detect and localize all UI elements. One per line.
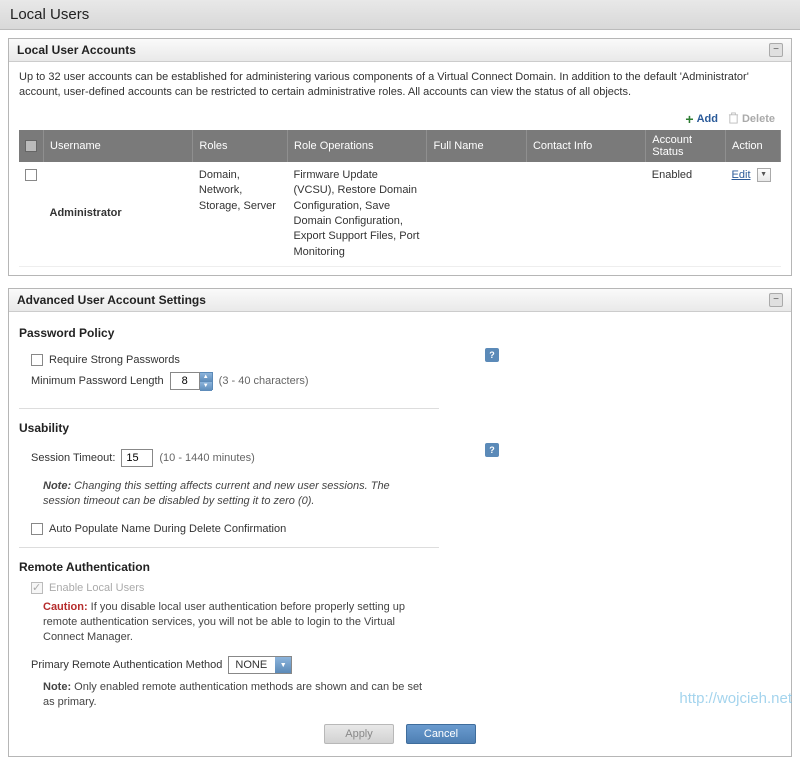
- password-policy-heading: Password Policy: [19, 326, 781, 340]
- note-text: Changing this setting affects current an…: [43, 480, 390, 507]
- primary-auth-select[interactable]: NONE ▼: [228, 656, 292, 674]
- accounts-toolbar: + Add Delete: [19, 109, 781, 130]
- timeout-label: Session Timeout:: [31, 452, 115, 464]
- panel-header-accounts: Local User Accounts −: [9, 39, 791, 62]
- min-length-hint: (3 - 40 characters): [219, 375, 309, 387]
- cancel-button[interactable]: Cancel: [406, 724, 476, 744]
- trash-icon: [728, 112, 739, 127]
- cell-status: Enabled: [646, 162, 726, 267]
- chevron-down-icon[interactable]: ▼: [275, 657, 291, 673]
- help-icon[interactable]: ?: [485, 348, 499, 362]
- note-label: Note:: [43, 681, 71, 693]
- require-strong-label: Require Strong Passwords: [49, 354, 180, 366]
- enable-local-users-checkbox: [31, 582, 43, 594]
- usability-heading: Usability: [19, 421, 781, 435]
- page-title: Local Users: [10, 6, 790, 23]
- add-label: Add: [697, 113, 718, 125]
- advanced-settings-panel: Advanced User Account Settings − Passwor…: [8, 288, 792, 757]
- primary-auth-label: Primary Remote Authentication Method: [31, 659, 222, 671]
- page-header: Local Users: [0, 0, 800, 30]
- caution-note: Caution: If you disable local user authe…: [43, 600, 423, 645]
- primary-auth-value: NONE: [229, 659, 275, 671]
- timeout-note: Note: Changing this setting affects curr…: [43, 479, 423, 509]
- button-row: Apply Cancel: [19, 716, 781, 748]
- col-roles[interactable]: Roles: [193, 130, 288, 162]
- require-strong-checkbox[interactable]: [31, 354, 43, 366]
- caution-label: Caution:: [43, 601, 88, 613]
- cell-full-name: [427, 162, 526, 267]
- edit-link[interactable]: Edit: [732, 169, 751, 181]
- col-status[interactable]: Account Status: [646, 130, 726, 162]
- min-length-label: Minimum Password Length: [31, 375, 164, 387]
- watermark: http://wojcieh.net: [679, 690, 792, 707]
- spinner-up-icon[interactable]: ▲: [200, 373, 212, 382]
- col-role-ops[interactable]: Role Operations: [288, 130, 427, 162]
- col-username[interactable]: Username: [44, 130, 193, 162]
- divider: [19, 408, 439, 409]
- spinner-down-icon[interactable]: ▼: [200, 382, 212, 391]
- add-button[interactable]: + Add: [685, 112, 718, 126]
- timeout-hint: (10 - 1440 minutes): [159, 452, 254, 464]
- col-contact[interactable]: Contact Info: [526, 130, 645, 162]
- accounts-description: Up to 32 user accounts can be establishe…: [19, 70, 781, 101]
- primary-note: Note: Only enabled remote authentication…: [43, 680, 423, 710]
- plus-icon: +: [685, 112, 693, 126]
- apply-button[interactable]: Apply: [324, 724, 394, 744]
- help-icon[interactable]: ?: [485, 443, 499, 457]
- caution-text: If you disable local user authentication…: [43, 601, 405, 643]
- col-checkbox: [19, 130, 44, 162]
- cell-username: Administrator: [50, 207, 122, 219]
- accounts-table: Username Roles Role Operations Full Name…: [19, 130, 781, 267]
- collapse-icon[interactable]: −: [769, 293, 783, 307]
- delete-button[interactable]: Delete: [728, 112, 775, 127]
- collapse-icon[interactable]: −: [769, 43, 783, 57]
- remote-auth-heading: Remote Authentication: [19, 560, 781, 574]
- panel-header-advanced: Advanced User Account Settings −: [9, 289, 791, 312]
- auto-populate-label: Auto Populate Name During Delete Confirm…: [49, 523, 286, 535]
- enable-local-users-label: Enable Local Users: [49, 582, 144, 594]
- row-checkbox[interactable]: [25, 169, 37, 181]
- cell-role-ops: Firmware Update (VCSU), Restore Domain C…: [288, 162, 427, 267]
- note-text: Only enabled remote authentication metho…: [43, 681, 422, 708]
- table-header-row: Username Roles Role Operations Full Name…: [19, 130, 781, 162]
- panel-title: Local User Accounts: [17, 43, 136, 57]
- chevron-down-icon[interactable]: ▼: [757, 168, 771, 182]
- note-label: Note:: [43, 480, 71, 492]
- cell-contact: [526, 162, 645, 267]
- col-action[interactable]: Action: [726, 130, 781, 162]
- timeout-input[interactable]: [121, 449, 153, 467]
- min-length-input[interactable]: [170, 372, 200, 390]
- min-length-stepper[interactable]: ▲ ▼: [170, 372, 213, 390]
- cell-roles: Domain, Network, Storage, Server: [193, 162, 288, 267]
- auto-populate-checkbox[interactable]: [31, 523, 43, 535]
- table-row[interactable]: Administrator Domain, Network, Storage, …: [19, 162, 781, 267]
- select-all-checkbox[interactable]: [25, 140, 37, 152]
- delete-label: Delete: [742, 113, 775, 125]
- panel-title: Advanced User Account Settings: [17, 293, 206, 307]
- col-full-name[interactable]: Full Name: [427, 130, 526, 162]
- divider: [19, 547, 439, 548]
- local-user-accounts-panel: Local User Accounts − Up to 32 user acco…: [8, 38, 792, 276]
